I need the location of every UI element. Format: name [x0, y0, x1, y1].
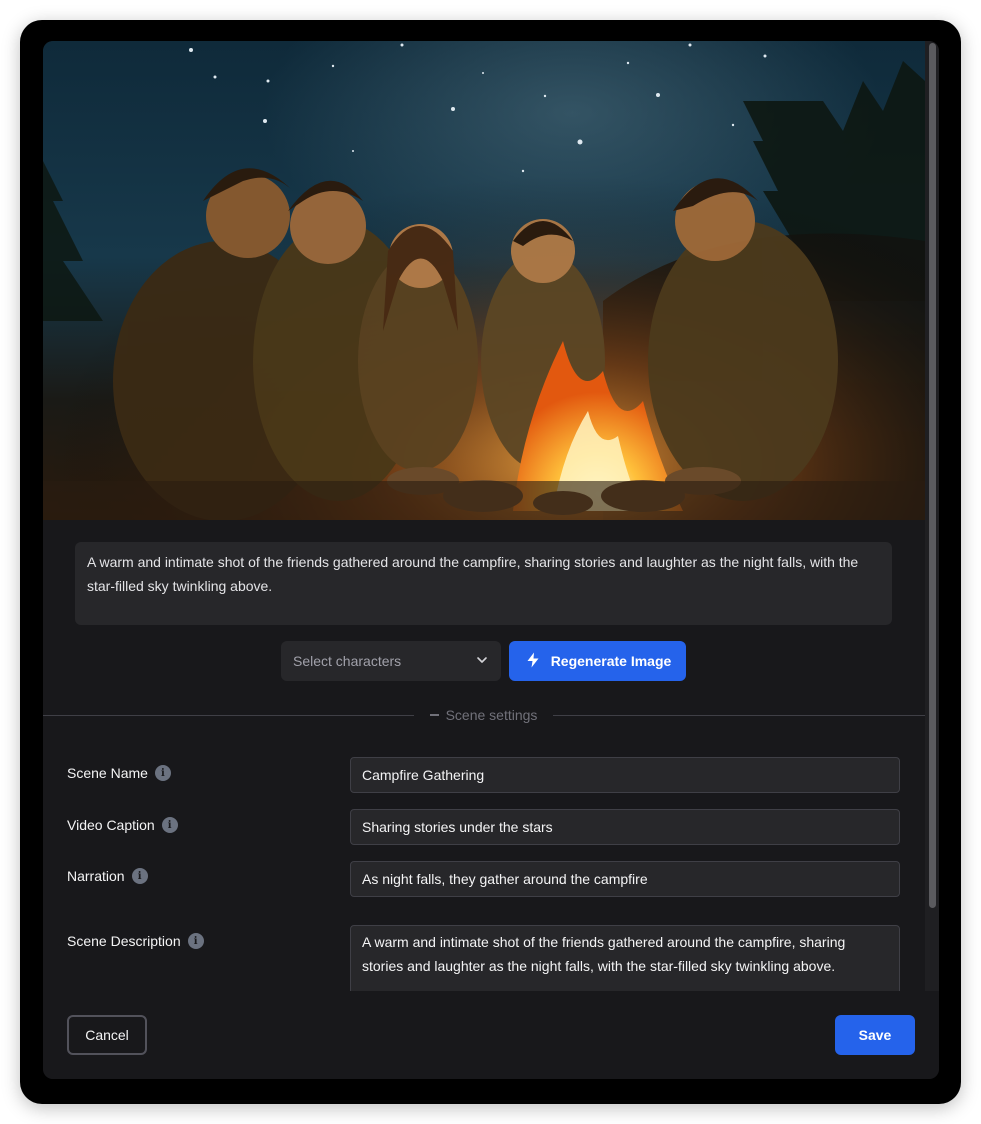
divider-dash [429, 714, 439, 716]
scrollbar-thumb[interactable] [929, 43, 936, 908]
scene-description-textarea[interactable]: A warm and intimate shot of the friends … [350, 925, 900, 991]
modal-footer: Cancel Save [43, 991, 939, 1079]
video-caption-label: Video Caption i [67, 817, 178, 833]
scene-name-input[interactable]: Campfire Gathering [350, 757, 900, 793]
info-icon[interactable]: i [154, 765, 171, 781]
narration-value: As night falls, they gather around the c… [362, 871, 648, 887]
lightning-bolt-icon [524, 651, 542, 672]
scene-name-label: Scene Name i [67, 765, 171, 781]
narration-label: Narration i [67, 868, 148, 884]
scene-image [43, 41, 925, 520]
edit-scene-modal: A warm and intimate shot of the friends … [43, 41, 939, 1079]
regenerate-image-label: Regenerate Image [550, 653, 672, 669]
video-caption-input[interactable]: Sharing stories under the stars [350, 809, 900, 845]
scene-description-label: Scene Description i [67, 933, 204, 949]
scene-name-label-text: Scene Name [67, 765, 148, 781]
narration-input[interactable]: As night falls, they gather around the c… [350, 861, 900, 897]
regenerate-image-button[interactable]: Regenerate Image [509, 641, 686, 681]
save-button[interactable]: Save [835, 1015, 915, 1055]
scene-name-value: Campfire Gathering [362, 767, 485, 783]
section-divider-label: Scene settings [414, 705, 553, 725]
cancel-button[interactable]: Cancel [67, 1015, 147, 1055]
info-icon[interactable]: i [161, 817, 178, 833]
narration-label-text: Narration [67, 868, 125, 884]
character-select[interactable]: Select characters [281, 641, 501, 681]
scrollbar[interactable] [925, 41, 939, 991]
image-prompt-text[interactable]: A warm and intimate shot of the friends … [75, 542, 892, 625]
scene-description-label-text: Scene Description [67, 933, 181, 949]
modal-scroll-area: A warm and intimate shot of the friends … [43, 41, 925, 991]
info-icon[interactable]: i [131, 868, 148, 884]
video-caption-value: Sharing stories under the stars [362, 819, 553, 835]
chevron-down-icon [475, 653, 489, 670]
scene-settings-heading: Scene settings [445, 707, 538, 723]
character-select-placeholder: Select characters [293, 653, 402, 669]
video-caption-label-text: Video Caption [67, 817, 155, 833]
info-icon[interactable]: i [187, 933, 204, 949]
